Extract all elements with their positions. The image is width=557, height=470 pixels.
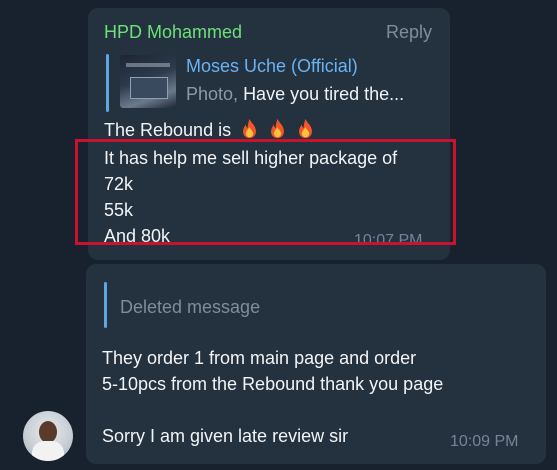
- quote-accent-bar: [106, 54, 109, 112]
- quoted-photo-thumbnail[interactable]: [120, 55, 176, 108]
- quote-accent-bar: [104, 282, 107, 328]
- sender-avatar[interactable]: [23, 411, 73, 461]
- deleted-message-quote[interactable]: Deleted message: [104, 282, 404, 328]
- highlight-annotation: [75, 139, 456, 245]
- fire-emoji-icon: [243, 118, 257, 139]
- message-line: 5-10pcs from the Rebound thank you page: [102, 374, 444, 394]
- fire-emoji-icon: [299, 118, 313, 139]
- message-text: The Rebound is: [104, 120, 232, 140]
- message-timestamp: 10:09 PM: [450, 433, 519, 450]
- quote-text: Have you tired the...: [243, 84, 405, 104]
- message-line: Sorry I am given late review sir: [102, 426, 349, 446]
- reply-quote[interactable]: Moses Uche (Official) Photo, Have you ti…: [106, 54, 436, 112]
- quote-media-kind: Photo,: [186, 84, 239, 104]
- quote-snippet: Photo, Have you tired the...: [186, 84, 404, 105]
- reply-button[interactable]: Reply: [386, 22, 432, 43]
- quote-author: Moses Uche (Official): [186, 56, 358, 76]
- sender-name[interactable]: HPD Mohammed: [104, 22, 242, 43]
- message-bubble[interactable]: Deleted message They order 1 from main p…: [86, 264, 546, 464]
- deleted-message-label: Deleted message: [120, 297, 261, 317]
- message-line: They order 1 from main page and order: [102, 348, 417, 368]
- fire-emoji-icon: [271, 118, 285, 139]
